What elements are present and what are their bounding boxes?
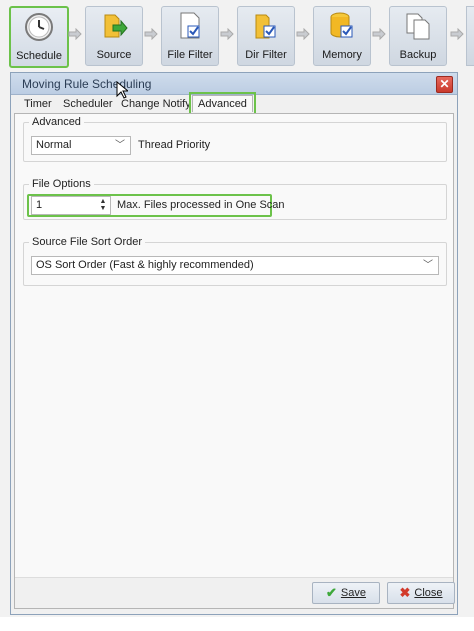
step-next-partial[interactable] (466, 6, 474, 66)
arrow-right-icon (220, 28, 234, 40)
tab-timer[interactable]: Timer (24, 98, 52, 110)
arrow-right-icon (144, 28, 158, 40)
tab-advanced[interactable]: Advanced (189, 92, 256, 115)
group-legend: Advanced (32, 116, 81, 128)
mouse-cursor-icon (116, 81, 128, 99)
arrow-right-icon (68, 28, 82, 40)
step-schedule[interactable]: Schedule (9, 6, 69, 68)
max-files-spinner[interactable]: 1 ▲ ▼ (31, 196, 111, 215)
dialog-title: Moving Rule Scheduling (22, 77, 152, 91)
arrow-right-icon (296, 28, 310, 40)
step-backup[interactable]: Backup (389, 6, 447, 66)
dialog-titlebar[interactable]: Moving Rule Scheduling ✕ (11, 73, 457, 95)
arrow-right-icon (450, 28, 464, 40)
close-icon[interactable]: ✕ (436, 76, 453, 93)
step-label: Backup (399, 49, 437, 61)
step-label: Schedule (16, 50, 62, 62)
tab-strip: Timer Scheduler Change Notify Advanced (11, 92, 457, 115)
file-check-icon (175, 11, 205, 41)
spinner-value: 1 (36, 199, 43, 211)
folder-check-icon (251, 11, 281, 41)
moving-rule-dialog: Moving Rule Scheduling ✕ Timer Scheduler… (10, 72, 458, 615)
step-label: Memory (322, 49, 362, 61)
group-legend: File Options (32, 178, 91, 190)
step-source[interactable]: Source (85, 6, 143, 66)
window-bottom-edge (0, 617, 474, 631)
step-label: Source (96, 49, 132, 61)
database-check-icon (327, 11, 357, 41)
spin-arrows-icon[interactable]: ▲ ▼ (98, 198, 108, 213)
step-memory[interactable]: Memory (313, 6, 371, 66)
select-value: OS Sort Order (Fast & highly recommended… (36, 259, 254, 271)
dialog-footer: ✔ Save ✖ Close (15, 577, 455, 608)
advanced-tab-pane: Advanced Normal ﹀ Thread Priority File O… (14, 113, 455, 609)
step-dir-filter[interactable]: Dir Filter (237, 6, 295, 66)
close-button[interactable]: ✖ Close (387, 582, 455, 604)
copy-icon (403, 11, 433, 41)
step-label: File Filter (167, 49, 213, 61)
tab-change-notify[interactable]: Change Notify (121, 98, 191, 110)
save-label: Save (340, 587, 366, 599)
sort-order-select[interactable]: OS Sort Order (Fast & highly recommended… (31, 256, 439, 275)
save-button[interactable]: ✔ Save (312, 582, 380, 604)
folder-arrow-icon (99, 11, 129, 41)
advanced-group: Advanced Normal ﹀ Thread Priority (23, 116, 447, 162)
step-label: Dir Filter (245, 49, 287, 61)
group-legend: Source File Sort Order (32, 236, 143, 248)
thread-priority-label: Thread Priority (138, 139, 211, 151)
tab-scheduler[interactable]: Scheduler (63, 98, 113, 110)
sort-order-group: Source File Sort Order OS Sort Order (Fa… (23, 236, 447, 286)
file-options-group: File Options 1 ▲ ▼ Max. Files processed i… (23, 178, 447, 220)
step-file-filter[interactable]: File Filter (161, 6, 219, 66)
x-icon: ✖ (399, 585, 411, 600)
chevron-down-icon: ﹀ (115, 140, 125, 151)
chevron-down-icon: ﹀ (423, 260, 433, 271)
wizard-toolbar: Schedule Source File Filter Dir Filter M… (0, 0, 474, 72)
checkmark-icon: ✔ (326, 585, 337, 600)
close-label: Close (414, 587, 443, 599)
max-files-label: Max. Files processed in One Scan (117, 199, 285, 211)
select-value: Normal (36, 139, 72, 151)
arrow-right-icon (372, 28, 386, 40)
clock-icon (24, 12, 54, 42)
thread-priority-select[interactable]: Normal ﹀ (31, 136, 131, 155)
